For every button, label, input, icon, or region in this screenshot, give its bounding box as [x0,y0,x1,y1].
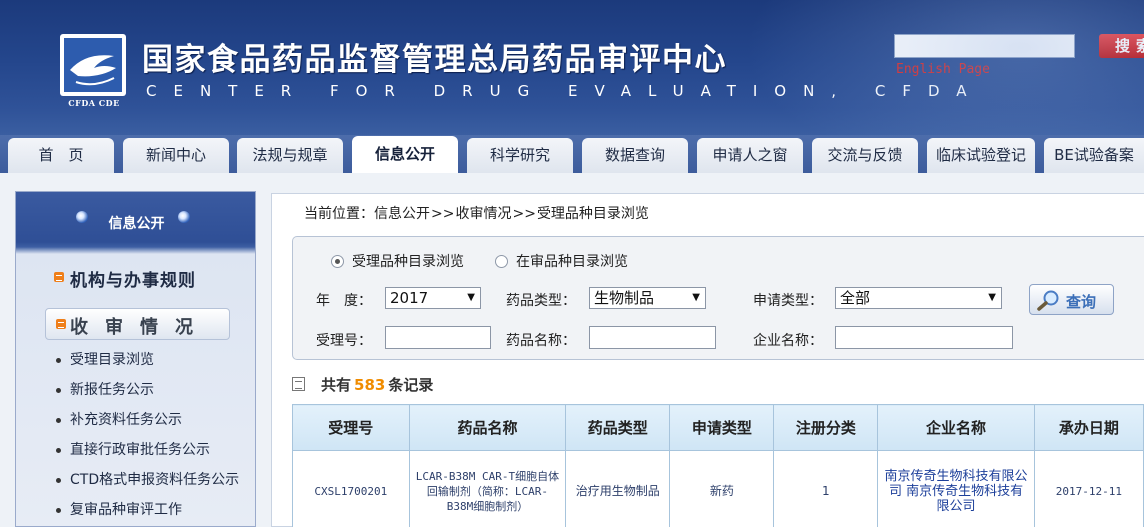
result-count: 共有 583 条记录 [292,374,433,395]
sidebar-sub-button[interactable]: 收审情况 [45,308,230,340]
breadcrumb-prefix: 当前位置： [304,206,374,222]
accept-no-label: 受理号： [316,333,372,349]
magnifier-icon [1037,290,1059,311]
site-search-input[interactable] [894,34,1075,58]
sidebar-header-title: 信息公开 [108,216,165,232]
sidebar-item-review[interactable]: 复审品种审评工作 [54,495,239,525]
breadcrumb-item[interactable]: 信息公开 [374,206,430,222]
breadcrumb: 当前位置：信息公开>>收审情况>>受理品种目录浏览 [304,203,649,223]
result-count-suffix: 条记录 [388,376,434,394]
radio-unchecked-icon[interactable] [495,255,508,268]
breadcrumb-item[interactable]: 收审情况 [455,206,511,222]
caret-down-icon: ▼ [467,292,475,303]
sidebar-item-direct-approval[interactable]: 直接行政审批任务公示 [54,435,239,465]
nav-item-data-query[interactable]: 数据查询 [582,138,688,173]
sidebar-section-title[interactable]: 机构与办事规则 [70,266,196,291]
caret-down-icon: ▼ [692,292,700,303]
sidebar-item-supplement-tasks[interactable]: 补充资料任务公示 [54,405,239,435]
site-title: 国家食品药品监督管理总局药品审评中心 [142,42,727,78]
result-count-number: 583 [354,376,386,394]
nav-item-research[interactable]: 科学研究 [467,138,573,173]
sidebar: 信息公开 机构与办事规则 收审情况 受理目录浏览 新报任务公示 补充资料任务公示… [15,191,256,527]
drug-type-select[interactable]: 生物制品 ▼ [589,287,706,309]
nav-item-feedback[interactable]: 交流与反馈 [812,138,918,173]
logo-emblem-icon [64,38,122,92]
results-table: 受理号 药品名称 药品类型 申请类型 注册分类 企业名称 承办日期 CXSL17… [292,404,1144,527]
apply-type-label: 申请类型： [753,293,823,309]
main-content: 当前位置：信息公开>>收审情况>>受理品种目录浏览 受理品种目录浏览 在审品种目… [271,193,1144,527]
cell-date: 2017-12-11 [1033,450,1144,527]
nav-item-clinical-trial[interactable]: 临床试验登记 [927,138,1035,173]
logo-caption: CFDA CDE [68,98,120,108]
drug-type-select-value: 生物制品 [594,289,655,307]
cell-apply-type: 新药 [669,450,775,527]
column-header[interactable]: 受理号 [292,404,410,451]
year-select[interactable]: 2017 ▼ [385,287,481,309]
radio-accept-catalog[interactable]: 受理品种目录浏览 [331,251,464,271]
nav-item-home[interactable]: 首 页 [8,138,114,173]
rss-square-icon [56,319,66,329]
result-count-prefix: 共有 [321,376,352,394]
site-subtitle: CENTER FOR DRUG EVALUATION, CFDA [146,82,984,100]
caret-down-icon: ▼ [988,292,996,303]
column-header[interactable]: 企业名称 [877,404,1035,451]
cell-reg-class: 1 [773,450,879,527]
radio-review-catalog[interactable]: 在审品种目录浏览 [495,251,628,271]
nav-item-regulations[interactable]: 法规与规章 [237,138,343,173]
sidebar-item-ctd-tasks[interactable]: CTD格式申报资料任务公示 [54,465,239,495]
main-nav: 首 页 新闻中心 法规与规章 信息公开 科学研究 数据查询 申请人之窗 交流与反… [0,135,1144,173]
drug-name-input[interactable] [589,326,716,349]
company-input[interactable] [835,326,1013,349]
year-select-value: 2017 [390,289,429,307]
list-icon [292,377,305,391]
nav-item-info-disclosure[interactable]: 信息公开 [352,136,458,173]
breadcrumb-separator: >> [431,206,455,222]
sidebar-list: 受理目录浏览 新报任务公示 补充资料任务公示 直接行政审批任务公示 CTD格式申… [54,345,239,525]
breadcrumb-separator: >> [512,206,536,222]
site-search-button[interactable]: 搜索 [1099,34,1144,58]
sidebar-sub-label: 收审情况 [70,317,210,338]
radio-accept-catalog-label: 受理品种目录浏览 [352,254,464,270]
cell-company: 南京传奇生物科技有限公司 南京传奇生物科技有限公司 [877,450,1035,527]
apply-type-select-value: 全部 [840,289,871,307]
bullet-orb-icon [76,211,88,223]
column-header[interactable]: 药品类型 [565,404,671,451]
table-row[interactable]: CXSL1700201 LCAR-B38M CAR-T细胞自体回输制剂（简称：L… [292,450,1144,527]
accept-no-input[interactable] [385,326,491,349]
nav-item-applicant[interactable]: 申请人之窗 [697,138,803,173]
bullet-orb-icon [178,211,190,223]
breadcrumb-item: 受理品种目录浏览 [536,206,649,222]
cell-accept-no[interactable]: CXSL1700201 [292,450,410,527]
drug-name-label: 药品名称： [506,333,576,349]
company-label: 企业名称： [753,333,823,349]
query-button-label: 查询 [1066,293,1097,311]
radio-review-catalog-label: 在审品种目录浏览 [516,254,628,270]
radio-checked-icon[interactable] [331,255,344,268]
nav-item-be-trial[interactable]: BE试验备案 [1044,138,1144,173]
sidebar-item-new-tasks[interactable]: 新报任务公示 [54,375,239,405]
column-header[interactable]: 药品名称 [408,404,567,451]
cell-drug-name[interactable]: LCAR-B38M CAR-T细胞自体回输制剂（简称：LCAR-B38M细胞制剂… [408,450,567,527]
apply-type-select[interactable]: 全部 ▼ [835,287,1002,309]
drug-type-label: 药品类型： [506,293,576,309]
query-button[interactable]: 查询 [1029,284,1114,315]
rss-square-icon [54,272,64,282]
sidebar-header: 信息公开 [16,192,257,242]
sidebar-item-accept-catalog[interactable]: 受理目录浏览 [54,345,239,375]
column-header[interactable]: 承办日期 [1033,404,1144,451]
search-panel: 受理品种目录浏览 在审品种目录浏览 年 度： 2017 ▼ 药品类型： 生物制品 ▼… [292,236,1144,360]
nav-item-news[interactable]: 新闻中心 [123,138,229,173]
cell-drug-type: 治疗用生物制品 [565,450,671,527]
table-header-row: 受理号 药品名称 药品类型 申请类型 注册分类 企业名称 承办日期 [292,404,1144,451]
site-header: CFDA CDE 国家食品药品监督管理总局药品审评中心 CENTER FOR D… [0,0,1144,135]
column-header[interactable]: 申请类型 [669,404,775,451]
english-page-link[interactable]: English Page [896,62,990,77]
year-label: 年 度： [316,293,372,309]
cfda-logo[interactable] [60,34,126,96]
column-header[interactable]: 注册分类 [773,404,879,451]
